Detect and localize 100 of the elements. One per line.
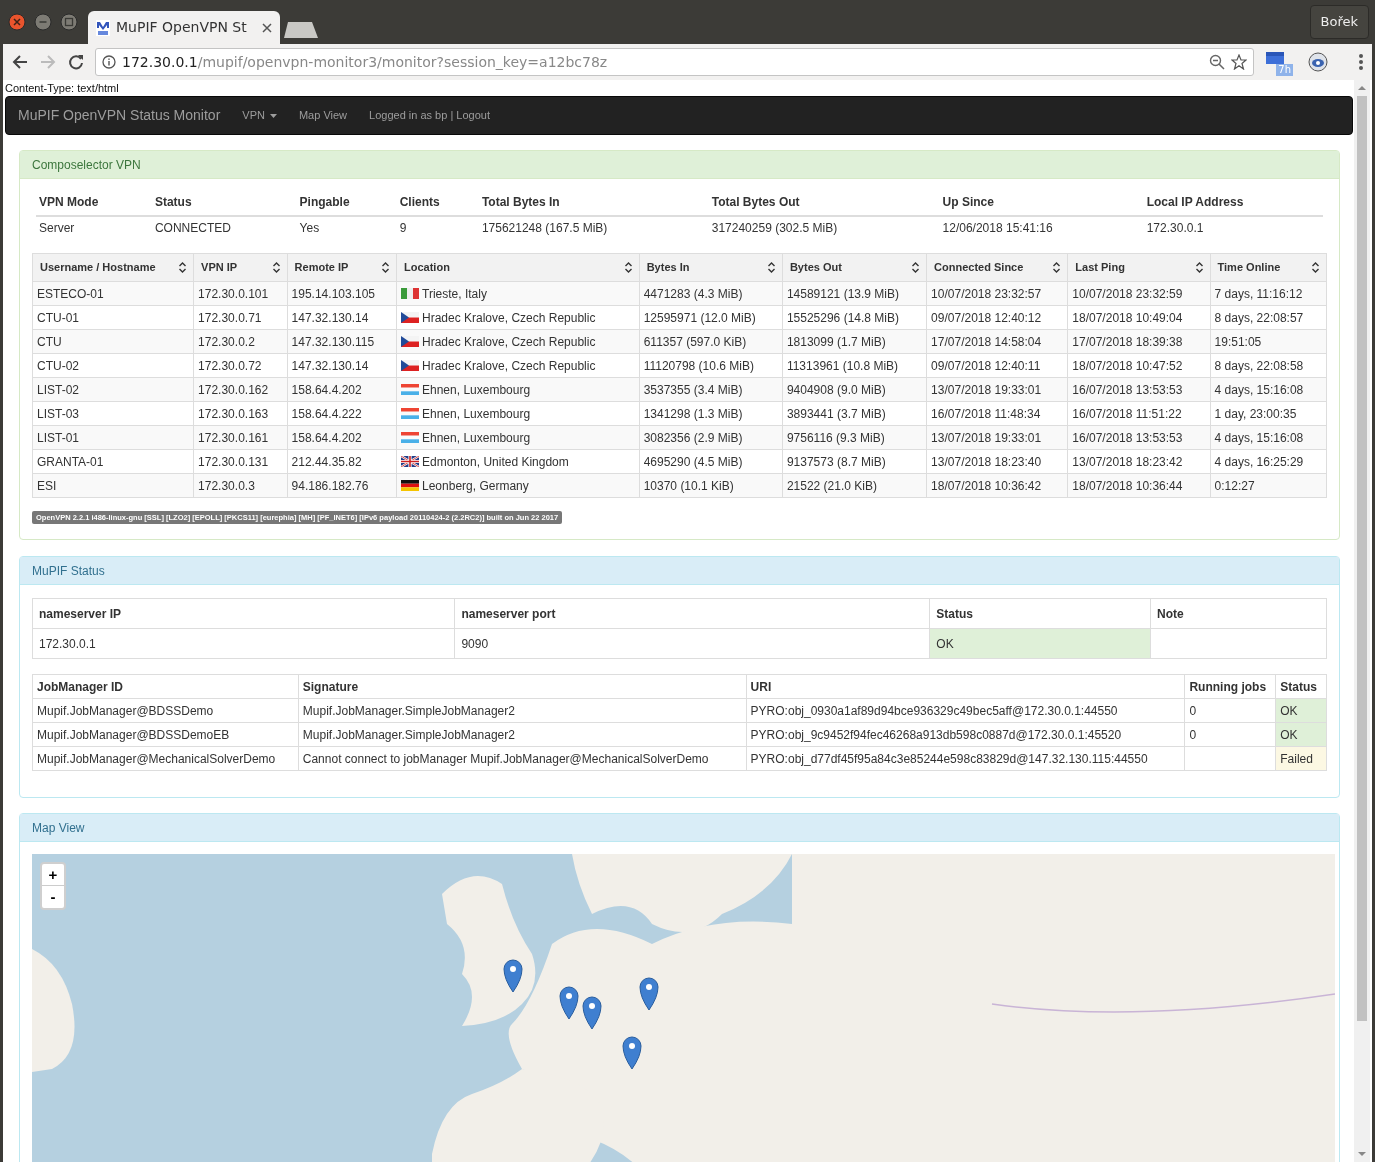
table-cell: 172.30.0.131 — [193, 449, 288, 474]
map-marker-icon[interactable] — [622, 1036, 642, 1070]
table-cell: 147.32.130.115 — [287, 329, 397, 354]
zoom-in-button[interactable]: + — [42, 864, 64, 886]
map-marker-icon[interactable] — [639, 977, 659, 1011]
table-cell: 16/07/2018 11:48:34 — [926, 401, 1068, 426]
profile-button[interactable]: Bořek — [1309, 5, 1369, 39]
table-cell: 172.30.0.2 — [193, 329, 288, 354]
info-icon[interactable] — [102, 55, 116, 69]
table-cell: 18/07/2018 10:47:52 — [1067, 353, 1211, 378]
table-cell: 172.30.0.162 — [193, 377, 288, 402]
table-cell: 172.30.0.1 — [32, 628, 455, 659]
table-cell: Mupif.JobManager@BDSSDemoEB — [32, 722, 299, 747]
maximize-icon[interactable] — [60, 13, 78, 31]
table-cell: 10370 (10.1 KiB) — [639, 473, 783, 498]
brand-link[interactable]: MuPIF OpenVPN Status Monitor — [18, 105, 221, 126]
table-cell: 172.30.0.3 — [193, 473, 288, 498]
map-marker-icon[interactable] — [503, 959, 523, 993]
sort-icon[interactable] — [1312, 262, 1319, 273]
table-cell: 10/07/2018 23:32:57 — [926, 281, 1068, 306]
table-cell: Mupif.JobManager@MechanicalSolverDemo — [32, 746, 299, 771]
zoom-out-button[interactable]: - — [42, 886, 64, 908]
close-icon[interactable] — [262, 22, 272, 33]
table-cell: LIST-03 — [32, 401, 194, 426]
nav-link[interactable]: VPN — [242, 107, 277, 124]
table-cell: 11120798 (10.6 MiB) — [639, 353, 783, 378]
map-marker-icon[interactable] — [559, 986, 579, 1020]
column-header[interactable]: Bytes Out — [782, 253, 927, 282]
summary-value: Server — [39, 221, 75, 235]
table-cell: 4 days, 15:16:08 — [1210, 377, 1327, 402]
column-header: Status — [154, 195, 192, 209]
scroll-up-icon[interactable] — [1358, 85, 1366, 91]
table-cell: 9137573 (8.7 MiB) — [782, 449, 927, 474]
sort-icon[interactable] — [179, 262, 187, 273]
new-tab-icon[interactable] — [284, 22, 318, 38]
sort-icon[interactable] — [382, 262, 389, 273]
browser-tab[interactable]: MuPIF OpenVPN St — [88, 11, 280, 44]
table-cell: 13/07/2018 18:23:42 — [1067, 449, 1211, 474]
column-header[interactable]: Connected Since — [926, 253, 1068, 282]
table-cell: 4 days, 15:16:08 — [1210, 425, 1327, 450]
table-cell: 9756116 (9.3 MiB) — [782, 425, 927, 450]
summary-value: Yes — [299, 221, 320, 235]
map-marker-icon[interactable] — [582, 996, 602, 1030]
table-cell: ESTECO-01 — [32, 281, 194, 306]
address-bar[interactable]: 172.30.0.1/mupif/openvpn-monitor3/monitor?session_key=a12bc78z — [95, 48, 1255, 76]
table-cell: 19:51:05 — [1210, 329, 1327, 354]
table-cell: 4 days, 16:25:29 — [1210, 449, 1327, 474]
sort-icon[interactable] — [767, 262, 775, 273]
nav-link[interactable]: Logged in as bp | Logout — [369, 107, 490, 124]
sort-icon[interactable] — [1195, 262, 1203, 273]
back-icon[interactable] — [11, 53, 29, 71]
table-cell: 18/07/2018 10:36:42 — [926, 473, 1068, 498]
caret-icon — [269, 113, 277, 118]
table-cell: 158.64.4.202 — [287, 377, 397, 402]
table-cell: 172.30.0.161 — [193, 425, 288, 450]
table-cell: 195.14.103.105 — [287, 281, 397, 306]
close-icon[interactable] — [8, 13, 26, 31]
table-cell: 158.64.4.222 — [287, 401, 397, 426]
column-header[interactable]: Username / Hostname — [32, 253, 194, 282]
sort-icon[interactable] — [1053, 262, 1061, 273]
summary-value: 317240259 (302.5 MiB) — [711, 221, 838, 235]
menu-icon[interactable] — [1358, 53, 1364, 71]
column-header: JobManager ID — [32, 674, 299, 699]
column-header[interactable]: Bytes In — [639, 253, 783, 282]
table-cell: CTU-02 — [32, 353, 194, 378]
column-header: nameserver IP — [32, 598, 455, 629]
column-header[interactable]: Remote IP — [287, 253, 397, 282]
table-cell: 16/07/2018 13:53:53 — [1067, 377, 1211, 402]
table-cell: CTU — [32, 329, 194, 354]
status-cell: OK — [929, 628, 1151, 659]
calendar-icon[interactable] — [1266, 52, 1285, 64]
reload-icon[interactable] — [67, 53, 85, 71]
column-header[interactable]: Location — [396, 253, 640, 282]
column-header[interactable]: Last Ping — [1067, 253, 1211, 282]
zoom-out-icon[interactable] — [1209, 54, 1226, 70]
star-icon[interactable] — [1231, 54, 1248, 70]
summary-value: 172.30.0.1 — [1146, 221, 1204, 235]
column-header[interactable]: Time Online — [1210, 253, 1327, 282]
table-cell: 17/07/2018 14:58:04 — [926, 329, 1068, 354]
minimize-icon[interactable] — [34, 13, 52, 31]
table-cell: 0 — [1184, 698, 1276, 723]
table-cell: 94.186.182.76 — [287, 473, 397, 498]
column-header: Status — [929, 598, 1151, 629]
column-header: VPN Mode — [39, 195, 99, 209]
scrollbar-thumb[interactable] — [1357, 96, 1367, 1021]
scroll-down-icon[interactable] — [1358, 1151, 1366, 1157]
table-cell: 172.30.0.71 — [193, 305, 288, 330]
table-cell: 13/07/2018 19:33:01 — [926, 425, 1068, 450]
sort-icon[interactable] — [272, 262, 280, 273]
table-cell: GRANTA-01 — [32, 449, 194, 474]
column-header: Clients — [399, 195, 440, 209]
url-text: 172.30.0.1/mupif/openvpn-monitor3/monitor?session_key=a12bc78z — [122, 52, 608, 72]
sort-icon[interactable] — [912, 262, 920, 273]
extension-icon[interactable] — [1308, 52, 1328, 72]
sort-icon[interactable] — [624, 262, 632, 273]
nav-link[interactable]: Map View — [298, 107, 348, 124]
table-cell: 18/07/2018 10:49:04 — [1067, 305, 1211, 330]
location-text: Trieste, Italy — [422, 285, 487, 303]
column-header[interactable]: VPN IP — [193, 253, 288, 282]
table-cell: 0 — [1184, 722, 1276, 747]
